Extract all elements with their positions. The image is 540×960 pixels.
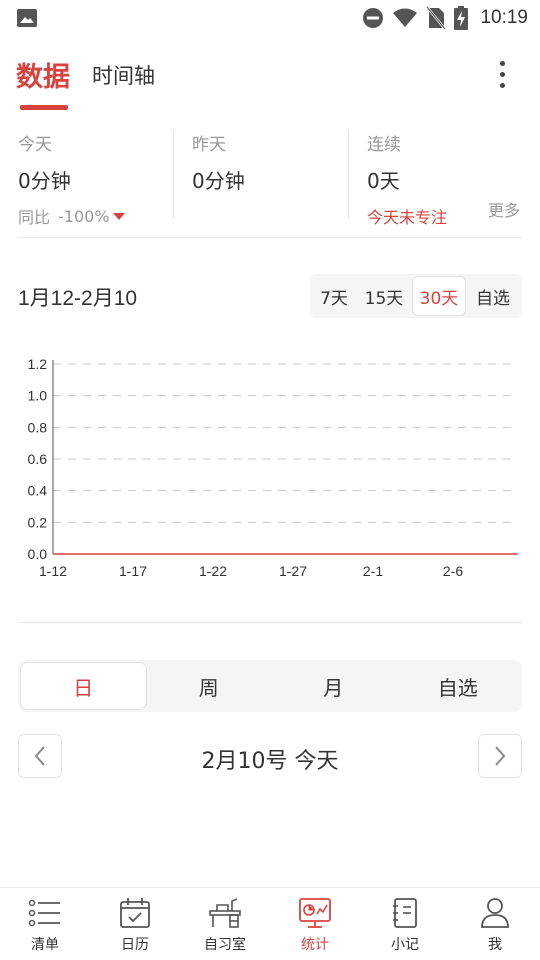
divider [348, 130, 349, 218]
status-bar: 10:19 [0, 0, 540, 36]
calendar-icon [120, 898, 150, 928]
range-option-7d[interactable]: 7天 [312, 276, 356, 316]
y-tick-label: 1.0 [28, 388, 48, 404]
wifi-icon [393, 8, 418, 27]
x-tick-label: 1-12 [39, 563, 67, 579]
nav-label: 自习室 [204, 937, 246, 953]
nav-label: 小记 [391, 937, 419, 953]
y-tick-label: 0.0 [28, 546, 48, 562]
next-day-button[interactable] [478, 734, 522, 778]
today-compare: 同比 -100% [18, 204, 168, 228]
more-vertical-icon [499, 60, 505, 66]
tab-active-indicator [20, 105, 68, 110]
clock: 10:19 [480, 7, 528, 28]
nav-item-statistics[interactable]: 统计 [270, 888, 360, 960]
focus-chart: 0.0 0.2 0.4 0.6 0.8 1.0 1.2 1-12 1-17 1-22 1-27 2-1… [0, 348, 540, 588]
nav-item-study-room[interactable]: 自习室 [180, 888, 270, 960]
y-tick-label: 0.6 [28, 451, 48, 467]
chevron-right-icon [495, 746, 506, 766]
period-option-week[interactable]: 周 [147, 662, 272, 710]
x-tick-label: 1-17 [119, 563, 147, 579]
range-selector: 7天 15天 30天 自选 [310, 274, 522, 318]
nav-item-notes[interactable]: 小记 [360, 888, 450, 960]
x-tick-label: 2-1 [363, 563, 383, 579]
streak-value: 0天 [367, 169, 400, 193]
today-value: 0分钟 [18, 169, 71, 193]
today-label: 今天 [18, 135, 52, 155]
period-option-month[interactable]: 月 [271, 662, 396, 710]
chart-svg: 0.0 0.2 0.4 0.6 0.8 1.0 1.2 1-12 1-17 1-22 1-27 2-1… [28, 356, 518, 579]
nav-label: 日历 [121, 937, 149, 953]
nav-label: 我 [488, 937, 502, 953]
divider [173, 130, 174, 218]
decrease-arrow-icon [112, 212, 125, 220]
battery-charging-icon [454, 6, 469, 30]
period-selector: 日 周 月 自选 [18, 660, 522, 712]
streak-status: 今天未专注 [367, 208, 448, 227]
do-not-disturb-icon [363, 8, 384, 28]
compare-value: -100% [58, 206, 110, 226]
header: 数据 时间轴 [0, 40, 540, 116]
nav-item-calendar[interactable]: 日历 [90, 888, 180, 960]
nav-label: 统计 [301, 937, 329, 953]
y-tick-label: 0.2 [28, 514, 48, 530]
x-tick-label: 1-22 [199, 563, 227, 579]
profile-icon [481, 898, 509, 928]
divider [18, 622, 522, 623]
y-tick-label: 1.2 [28, 356, 48, 372]
yesterday-label: 昨天 [192, 135, 226, 155]
range-option-30d[interactable]: 30天 [412, 276, 466, 316]
period-option-custom[interactable]: 自选 [396, 662, 521, 710]
tab-timeline[interactable]: 时间轴 [92, 60, 155, 90]
period-option-day[interactable]: 日 [20, 662, 147, 710]
streak-stat: 连续 0天 今天未专注 [367, 130, 487, 230]
no-sim-icon [426, 6, 447, 30]
divider [18, 237, 522, 238]
statistics-icon [299, 898, 331, 928]
tab-data[interactable]: 数据 [16, 55, 70, 94]
streak-label: 连续 [367, 135, 401, 155]
range-option-custom[interactable]: 自选 [466, 276, 520, 316]
nav-item-list[interactable]: 清单 [0, 888, 90, 960]
bottom-navigation: 清单 日历 自习室 统计 小记 我 [0, 887, 540, 960]
today-stat: 今天 0分钟 同比 -100% [18, 130, 168, 230]
notebook-icon [393, 898, 417, 928]
range-option-15d[interactable]: 15天 [356, 276, 412, 316]
x-tick-label: 2-6 [443, 563, 463, 579]
yesterday-stat: 昨天 0分钟 [192, 130, 342, 230]
yesterday-value: 0分钟 [192, 169, 245, 193]
gallery-notification-icon [17, 9, 37, 27]
current-date-label: 2月10号 今天 [201, 749, 339, 774]
nav-label: 清单 [31, 937, 59, 953]
nav-item-profile[interactable]: 我 [450, 888, 540, 960]
more-options-button[interactable] [486, 54, 518, 94]
y-tick-label: 0.4 [28, 483, 48, 499]
list-icon [28, 899, 60, 927]
x-tick-label: 1-27 [279, 563, 307, 579]
study-room-icon [209, 898, 241, 928]
compare-label: 同比 [18, 208, 51, 227]
y-tick-label: 0.8 [28, 419, 48, 435]
more-link[interactable]: 更多 [488, 197, 520, 221]
date-range-title: 1月12-2月10 [18, 287, 138, 310]
